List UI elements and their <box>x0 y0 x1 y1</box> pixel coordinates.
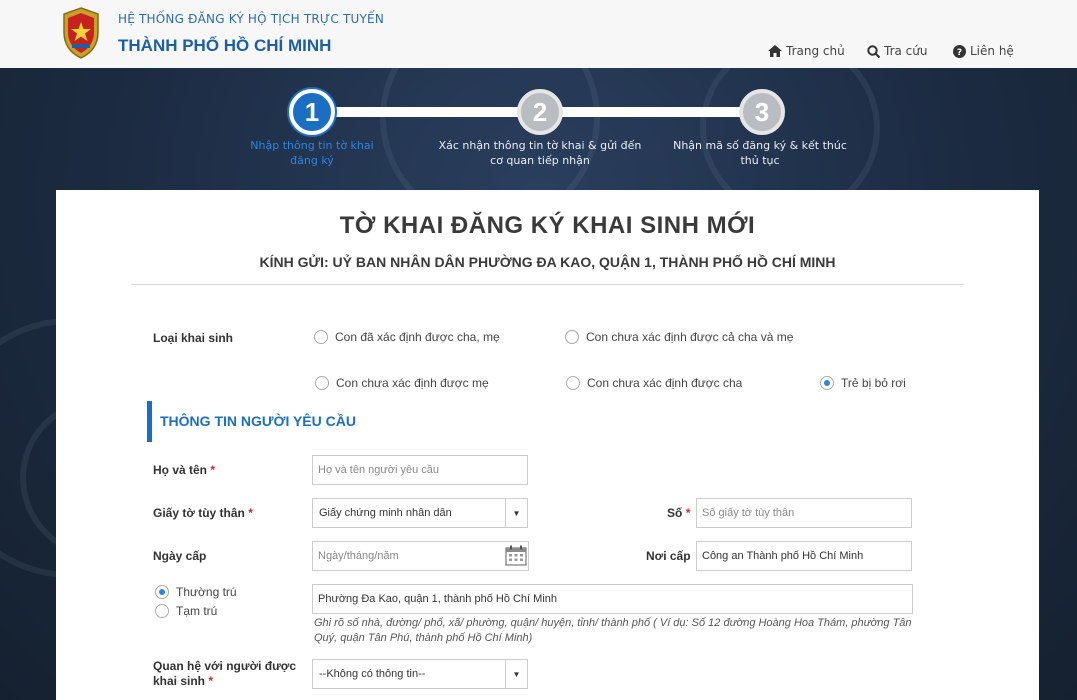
birth-type-label: Loại khai sinh <box>153 331 234 345</box>
police-emblem-icon <box>63 7 99 59</box>
id-doc-select[interactable]: Giấy chứng minh nhân dân ▼ <box>312 498 528 528</box>
name-label: Họ và tên * <box>153 463 215 477</box>
required-mark: * <box>208 674 214 688</box>
birth-type-option-5-label: Trẻ bị bỏ rơi <box>841 376 906 390</box>
name-label-text: Họ và tên <box>153 463 208 477</box>
required-mark: * <box>248 506 253 520</box>
nav-home[interactable]: Trang chủ <box>768 44 845 58</box>
issue-date-label: Ngày cấp <box>153 549 207 563</box>
step-1-label-line1: Nhập thông tin tờ khai <box>250 139 374 152</box>
step-2-label: Xác nhận thông tin tờ khai & gửi đến cơ … <box>430 138 650 168</box>
caret-down-icon[interactable]: ▼ <box>505 660 527 688</box>
calendar-icon[interactable] <box>505 545 527 566</box>
id-number-label: Số * <box>667 506 690 520</box>
radio-circle[interactable] <box>314 330 328 344</box>
step-3-circle: 3 <box>739 89 785 135</box>
required-mark: * <box>685 506 691 520</box>
step-2-label-line2: cơ quan tiếp nhận <box>490 154 590 167</box>
home-icon <box>768 45 782 57</box>
relation-label-line2: khai sinh <box>153 674 206 688</box>
radio-circle-selected[interactable] <box>155 585 169 599</box>
birth-type-option-2[interactable]: Con chưa xác định được cả cha và mẹ <box>565 330 793 344</box>
step-connector-2 <box>540 107 762 117</box>
step-1-label: Nhập thông tin tờ khai đăng ký <box>232 138 392 168</box>
step-2-label-line1: Xác nhận thông tin tờ khai & gửi đến <box>438 139 642 152</box>
relation-label: Quan hệ với người được khai sinh * <box>153 659 296 689</box>
form-panel: TỜ KHAI ĐĂNG KÝ KHAI SINH MỚI KÍNH GỬI: … <box>56 190 1039 700</box>
residence-permanent-option[interactable]: Thường trú <box>155 585 237 599</box>
nav-search-label: Tra cứu <box>884 44 928 58</box>
required-mark: * <box>210 463 216 477</box>
birth-type-option-4[interactable]: Con chưa xác định được cha <box>566 376 742 390</box>
residence-permanent-label: Thường trú <box>176 585 237 599</box>
issue-date-wrapper <box>312 541 529 571</box>
nav-contact-label: Liên hệ <box>970 44 1014 58</box>
step-2-circle: 2 <box>517 89 563 135</box>
address-input[interactable] <box>312 584 913 614</box>
step-1-circle: 1 <box>289 89 335 135</box>
section-title: THÔNG TIN NGƯỜI YÊU CẦU <box>160 413 356 429</box>
id-doc-select-value: Giấy chứng minh nhân dân <box>319 507 452 519</box>
radio-circle[interactable] <box>565 330 579 344</box>
birth-type-option-5[interactable]: Trẻ bị bỏ rơi <box>820 376 906 390</box>
birth-type-option-3[interactable]: Con chưa xác định được mẹ <box>315 376 489 390</box>
id-doc-label: Giấy tờ tùy thân * <box>153 506 253 520</box>
title-divider <box>131 284 964 285</box>
id-number-input[interactable] <box>696 498 912 528</box>
radio-circle[interactable] <box>566 376 580 390</box>
step-3-label-line1: Nhận mã số đăng ký & kết thúc <box>673 139 847 152</box>
caret-down-icon[interactable]: ▼ <box>505 499 527 527</box>
address-hint: Ghi rõ số nhà, đường/ phố, xã/ phường, q… <box>314 617 912 644</box>
form-subtitle: KÍNH GỬI: UỶ BAN NHÂN DÂN PHƯỜNG ĐA KAO,… <box>259 254 836 270</box>
radio-circle[interactable] <box>315 376 329 390</box>
issue-place-label: Nơi cấp <box>646 549 691 563</box>
step-1-label-line2: đăng ký <box>290 154 334 167</box>
issue-date-input[interactable] <box>312 541 529 571</box>
birth-type-option-1-label: Con đã xác định được cha, mẹ <box>335 330 500 344</box>
radio-circle[interactable] <box>155 604 169 618</box>
site-header: HỆ THỐNG ĐĂNG KÝ HỘ TỊCH TRỰC TUYẾN THÀN… <box>0 0 1077 68</box>
nav-search[interactable]: Tra cứu <box>867 44 927 58</box>
residence-temporary-label: Tạm trú <box>176 604 218 618</box>
step-3-label: Nhận mã số đăng ký & kết thúc thủ tục <box>670 138 850 168</box>
step-connector-1 <box>312 107 542 117</box>
nav-home-label: Trang chủ <box>786 44 845 58</box>
birth-type-option-2-label: Con chưa xác định được cả cha và mẹ <box>586 330 794 344</box>
question-icon: ? <box>953 44 966 58</box>
nav-contact[interactable]: ? Liên hệ <box>953 44 1014 58</box>
relation-select[interactable]: --Không có thông tin-- ▼ <box>312 659 528 689</box>
radio-circle-selected[interactable] <box>820 376 834 390</box>
relation-select-value: --Không có thông tin-- <box>319 668 426 680</box>
system-title: HỆ THỐNG ĐĂNG KÝ HỘ TỊCH TRỰC TUYẾN <box>118 12 385 26</box>
name-input[interactable] <box>312 455 528 485</box>
birth-type-option-1[interactable]: Con đã xác định được cha, mẹ <box>314 330 500 344</box>
id-doc-label-text: Giấy tờ tùy thân <box>153 506 245 520</box>
step-3-label-line2: thủ tục <box>740 154 780 167</box>
residence-temporary-option[interactable]: Tạm trú <box>155 604 217 618</box>
form-title: TỜ KHAI ĐĂNG KÝ KHAI SINH MỚI <box>339 212 756 239</box>
relation-label-line1: Quan hệ với người được <box>153 659 296 673</box>
issue-place-input[interactable] <box>696 541 912 571</box>
svg-text:?: ? <box>957 48 962 58</box>
id-number-label-text: Số <box>667 506 683 520</box>
birth-type-option-4-label: Con chưa xác định được cha <box>587 376 743 390</box>
search-icon <box>867 44 880 58</box>
section-accent-bar <box>147 401 152 442</box>
birth-type-option-3-label: Con chưa xác định được mẹ <box>336 376 489 390</box>
city-title: THÀNH PHỐ HỒ CHÍ MINH <box>118 36 332 55</box>
